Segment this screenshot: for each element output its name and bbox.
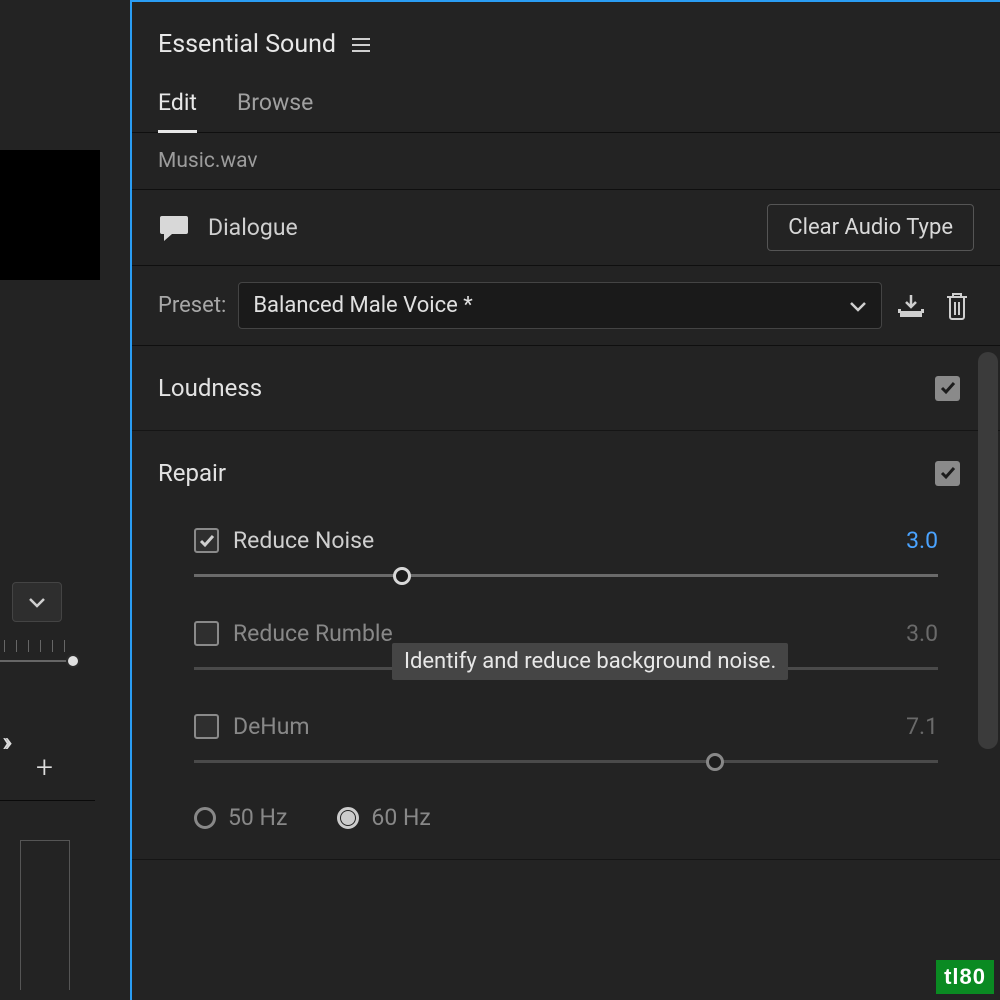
preview-thumbnail [0,150,100,280]
reduce-rumble-checkbox[interactable] [194,621,219,646]
panel-title: Essential Sound [158,30,336,59]
loudness-title: Loudness [158,374,262,402]
audio-type-row: Dialogue Clear Audio Type [132,190,1000,266]
reduce-noise-value[interactable]: 3.0 [906,527,938,554]
preset-dropdown[interactable]: Balanced Male Voice * [238,282,882,329]
reduce-rumble-row: Reduce Rumble 3.0 [172,616,960,657]
panel-menu-icon[interactable] [352,34,370,56]
divider [0,800,95,801]
save-preset-icon[interactable] [894,289,928,323]
repair-title: Repair [158,459,226,487]
left-sidebar: ›› + [0,0,130,1000]
freq-50-radio[interactable]: 50 Hz [194,804,287,831]
dehum-slider[interactable] [194,750,938,774]
preset-label: Preset: [158,293,226,318]
panel-header: Essential Sound [132,2,1000,79]
repair-section: Repair Reduce Noise 3.0 [132,431,1000,860]
reduce-noise-label: Reduce Noise [233,527,374,554]
dehum-label: DeHum [233,713,310,740]
audio-fader[interactable] [20,840,70,990]
ruler-handle[interactable] [66,654,80,668]
tab-browse[interactable]: Browse [237,79,313,132]
expand-icon[interactable]: ›› [2,725,7,758]
freq-60-radio[interactable]: 60 Hz [337,804,430,831]
loudness-section: Loudness [132,346,1000,431]
reduce-noise-slider[interactable] [194,564,938,588]
chevron-down-icon [28,596,46,608]
dehum-checkbox[interactable] [194,714,219,739]
dehum-value[interactable]: 7.1 [906,713,938,740]
scroll-area: Loudness Repair Reduc [132,346,1000,986]
freq-50-label: 50 Hz [228,804,287,831]
dehum-frequency-row: 50 Hz 60 Hz [172,802,960,851]
add-icon[interactable]: + [36,750,53,785]
preset-row: Preset: Balanced Male Voice * [132,266,1000,346]
reduce-noise-row: Reduce Noise 3.0 [172,523,960,564]
clip-filename: Music.wav [132,133,1000,190]
freq-60-label: 60 Hz [371,804,430,831]
chevron-down-icon [849,300,867,312]
watermark: tl80 [936,960,994,994]
repair-body: Reduce Noise 3.0 Reduce Rumble 3.0 [132,515,1000,859]
reduce-rumble-value[interactable]: 3.0 [906,620,938,647]
left-dropdown[interactable] [12,582,62,622]
dialogue-icon [158,214,190,242]
tabs: Edit Browse [132,79,1000,133]
timeline-ruler[interactable] [0,640,80,685]
reduce-noise-checkbox[interactable] [194,528,219,553]
reduce-rumble-label: Reduce Rumble [233,620,393,647]
audio-type-label: Dialogue [208,214,298,241]
tab-edit[interactable]: Edit [158,79,197,133]
loudness-checkbox[interactable] [935,376,960,401]
delete-preset-icon[interactable] [940,289,974,323]
reduce-rumble-slider[interactable] [194,657,938,681]
preset-value: Balanced Male Voice * [253,293,472,318]
loudness-header[interactable]: Loudness [132,346,1000,430]
clear-audio-type-button[interactable]: Clear Audio Type [767,204,974,251]
essential-sound-panel: Essential Sound Edit Browse Music.wav Di… [130,0,1000,1000]
repair-header[interactable]: Repair [132,431,1000,515]
dehum-row: DeHum 7.1 [172,709,960,750]
repair-checkbox[interactable] [935,461,960,486]
